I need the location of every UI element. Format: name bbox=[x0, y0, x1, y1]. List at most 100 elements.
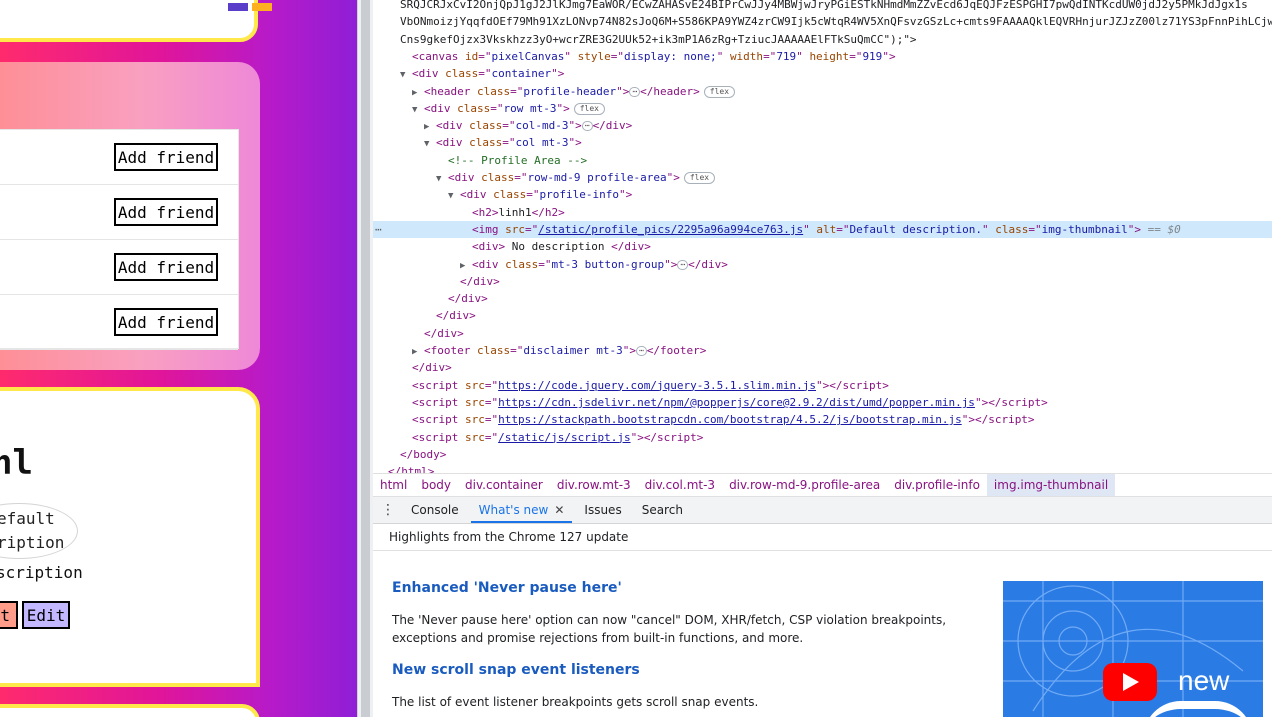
dom-node[interactable]: </div> bbox=[373, 290, 1272, 307]
drawer-tab[interactable]: Issues bbox=[576, 497, 629, 523]
drawer-tab-label: Console bbox=[411, 503, 459, 517]
elements-tree[interactable]: SRQJCRJxCvI2OnjQpJ1gJ2JlKJmg7EaWOR/ECwZA… bbox=[373, 0, 1272, 473]
tag-name: </div> bbox=[436, 309, 476, 323]
dom-node[interactable]: <h2>linh1</h2> bbox=[373, 204, 1272, 221]
attr-link[interactable]: /static/profile_pics/2295a96a994ce763.js bbox=[538, 223, 803, 236]
breadcrumb-item[interactable]: div.container bbox=[458, 474, 550, 496]
drawer-tab[interactable]: What's new ✕ bbox=[470, 497, 573, 523]
dom-node[interactable]: ▼ <div class="profile-info"> bbox=[373, 186, 1272, 203]
drawer-tab[interactable]: Search bbox=[634, 497, 691, 523]
breadcrumb-item[interactable]: div.col.mt-3 bbox=[638, 474, 722, 496]
tag-name: <script bbox=[412, 378, 459, 392]
breadcrumb-item[interactable]: div.row.mt-3 bbox=[550, 474, 638, 496]
promo-video-thumbnail[interactable]: new bbox=[1003, 581, 1263, 717]
collapsed-content-icon[interactable]: ⋯ bbox=[677, 259, 689, 270]
tag-name: </h2> bbox=[531, 205, 565, 219]
attr-quote: " bbox=[974, 395, 982, 409]
dom-node[interactable]: </div> bbox=[373, 273, 1272, 290]
dom-node[interactable]: SRQJCRJxCvI2OnjQpJ1gJ2JlKJmg7EaWOR/ECwZA… bbox=[373, 0, 1272, 13]
attr-value: mt-3 button-group bbox=[551, 257, 665, 271]
breadcrumb-item[interactable]: img.img-thumbnail bbox=[986, 474, 1116, 496]
tag-name: <h2> bbox=[472, 205, 499, 219]
attr-eq: =" bbox=[484, 395, 499, 409]
attr-link[interactable]: https://cdn.jsdelivr.net/npm/@popperjs/c… bbox=[498, 396, 975, 409]
dom-node[interactable]: <script src="https://stackpath.bootstrap… bbox=[373, 411, 1272, 428]
edit-button[interactable]: Edit bbox=[22, 601, 70, 629]
drawer-tab[interactable]: Console bbox=[403, 497, 467, 523]
dom-node[interactable]: <script src="/static/js/script.js"></scr… bbox=[373, 429, 1272, 446]
add-friend-button[interactable]: Add friend bbox=[114, 143, 218, 171]
profile-description: scription bbox=[0, 563, 83, 582]
end-tag: </header> bbox=[640, 84, 700, 98]
attr-link[interactable]: https://stackpath.bootstrapcdn.com/boots… bbox=[498, 413, 962, 426]
dom-node[interactable]: <script src="https://code.jquery.com/jqu… bbox=[373, 377, 1272, 394]
devtools-splitter[interactable] bbox=[357, 0, 373, 717]
end-tag: </script> bbox=[974, 413, 1035, 427]
attr-name: class bbox=[469, 119, 503, 133]
breadcrumb-item[interactable]: div.profile-info bbox=[887, 474, 987, 496]
tag-name: </div> bbox=[424, 326, 464, 340]
dom-node[interactable]: </div> bbox=[373, 307, 1272, 324]
breadcrumb-item[interactable]: div.row-md-9.profile-area bbox=[722, 474, 887, 496]
dom-node[interactable]: ▶ <header class="profile-header"> ⋯ </heade… bbox=[373, 83, 1272, 100]
close-icon[interactable]: ✕ bbox=[554, 503, 564, 517]
collapsed-content-icon[interactable]: ⋯ bbox=[629, 86, 641, 97]
add-friend-button[interactable]: Add friend bbox=[114, 253, 218, 281]
dom-node[interactable]: ▼ <div class="row mt-3"> flex bbox=[373, 100, 1272, 117]
tag-name: <div bbox=[412, 67, 439, 81]
whats-new-item-title[interactable]: New scroll snap event listeners bbox=[392, 662, 640, 678]
breadcrumb-item[interactable]: body bbox=[414, 474, 458, 496]
end-tag: </script> bbox=[988, 395, 1048, 409]
more-icon[interactable]: ⋯ bbox=[375, 221, 382, 238]
dom-node[interactable]: </html> bbox=[373, 463, 1272, 473]
dom-node[interactable]: Cns9gkefOjzx3Vkskhzz3yO+wcrZRE3G2UUk52+i… bbox=[373, 31, 1272, 48]
add-friend-button[interactable]: Add friend bbox=[114, 308, 218, 336]
tag-close: > bbox=[1134, 222, 1141, 236]
attr-eq: =" bbox=[502, 119, 516, 133]
attr-name: class bbox=[476, 344, 511, 357]
dom-node[interactable]: ▶ <div class="mt-3 button-group"> ⋯ </div> bbox=[373, 256, 1272, 273]
tag-close: > bbox=[629, 344, 636, 357]
whats-new-item-body: The 'Never pause here' option can now "c… bbox=[392, 613, 947, 645]
attr-link[interactable]: https://code.jquery.com/jquery-3.5.1.sli… bbox=[498, 379, 816, 392]
dom-node[interactable]: ▼ <div class="col mt-3"> bbox=[373, 134, 1272, 151]
youtube-play-icon[interactable] bbox=[1103, 663, 1157, 701]
dom-node[interactable]: <!-- Profile Area --> bbox=[373, 152, 1272, 169]
attr-name: class bbox=[469, 136, 503, 150]
dom-node[interactable]: ▶ <footer class="disclaimer mt-3"> ⋯ </foot… bbox=[373, 342, 1272, 359]
attr-name: class bbox=[493, 188, 527, 202]
dom-node[interactable]: </body> bbox=[373, 446, 1272, 463]
flex-badge[interactable]: flex bbox=[683, 172, 716, 184]
attr-eq: =" bbox=[490, 101, 504, 115]
dom-node[interactable]: ▼ <div class="container"> bbox=[373, 65, 1272, 82]
attr-eq: =" bbox=[1028, 222, 1042, 236]
dom-node[interactable]: VbONmoizjYqqfdOEf79Mh91XzLONvp74N82sJoQ6… bbox=[373, 13, 1272, 30]
flex-badge[interactable]: flex bbox=[573, 102, 605, 115]
dom-node[interactable]: </div> bbox=[373, 325, 1272, 342]
dom-node[interactable]: ▼ <div class="row-md-9 profile-area"> flex bbox=[373, 169, 1272, 186]
dom-node[interactable]: <script src="https://cdn.jsdelivr.net/np… bbox=[373, 394, 1272, 411]
splitter-grip[interactable] bbox=[361, 0, 370, 717]
attr-value: 719 bbox=[776, 49, 797, 63]
dom-node[interactable]: <canvas id="pixelCanvas" style="display:… bbox=[373, 48, 1272, 65]
collapsed-content-icon[interactable]: ⋯ bbox=[635, 346, 647, 356]
attr-name: width bbox=[729, 49, 764, 63]
tag-close: > bbox=[968, 413, 975, 427]
tag-close: > bbox=[673, 171, 680, 184]
dom-node-selected[interactable]: ⋯ <img src="/static/profile_pics/2295a96a… bbox=[373, 220, 1272, 238]
attr-quote: " bbox=[564, 49, 571, 63]
whats-new-item-title[interactable]: Enhanced 'Never pause here' bbox=[392, 580, 622, 596]
flex-badge[interactable]: flex bbox=[703, 85, 736, 98]
collapsed-content-icon[interactable]: ⋯ bbox=[581, 121, 593, 132]
logo-fragment bbox=[228, 0, 276, 15]
attr-link[interactable]: /static/js/script.js bbox=[498, 431, 630, 444]
more-options-icon[interactable]: ⋮ bbox=[373, 502, 403, 518]
dom-node[interactable]: <div> No description </div> bbox=[373, 238, 1272, 255]
breadcrumb-item[interactable]: html bbox=[373, 474, 414, 496]
dom-node[interactable]: ▶ <div class="col-md-3"> ⋯ </div> bbox=[373, 117, 1272, 134]
dom-node[interactable]: </div> bbox=[373, 359, 1272, 376]
attr-eq: =" bbox=[836, 222, 850, 236]
add-friend-button[interactable]: Add friend bbox=[114, 198, 218, 226]
node-text: Cns9gkefOjzx3Vkskhzz3yO+wcrZRE3G2UUk52+i… bbox=[400, 32, 917, 46]
partial-button[interactable]: t bbox=[0, 601, 18, 629]
